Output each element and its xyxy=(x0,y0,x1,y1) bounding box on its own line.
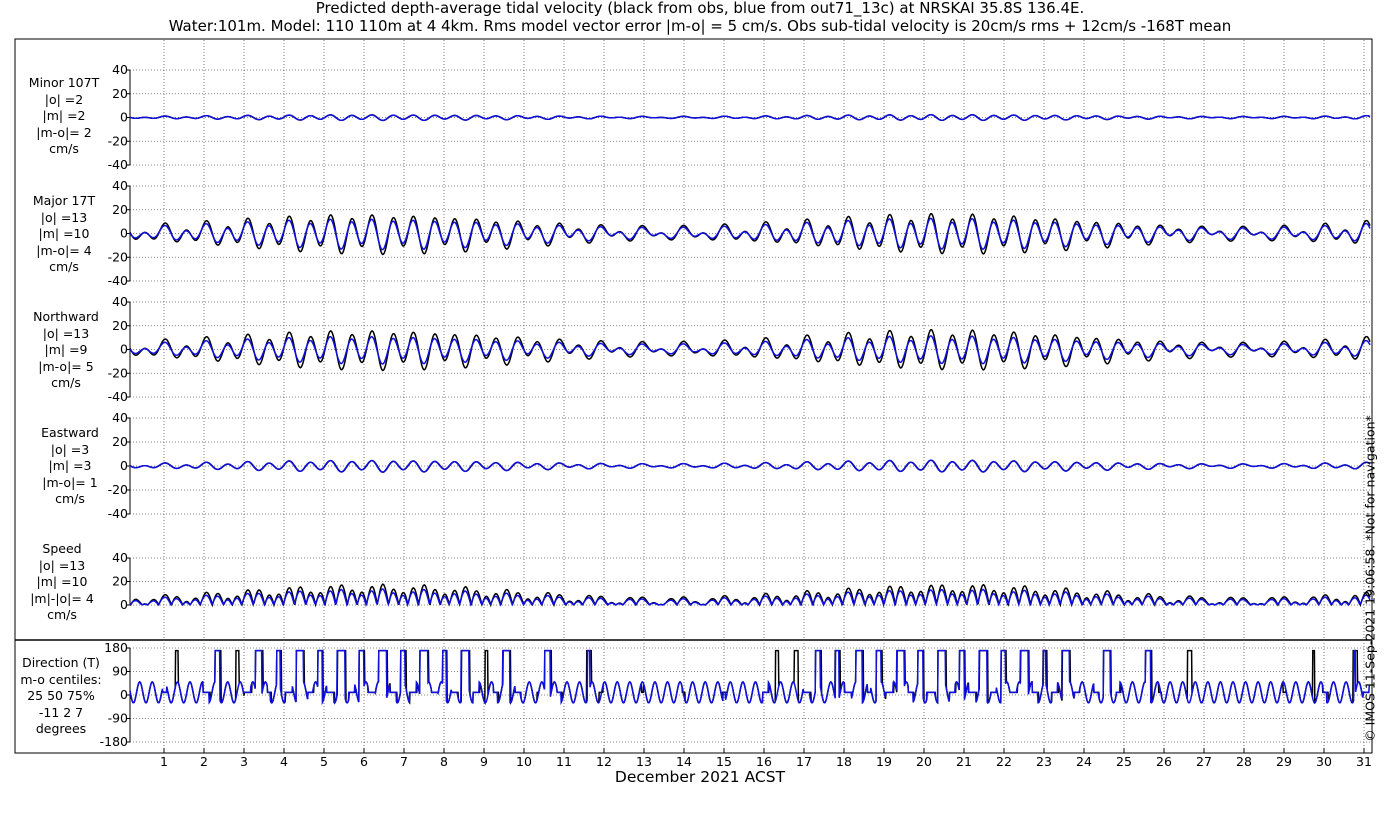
figure-frame xyxy=(14,38,1373,754)
y-tick-label: 40 xyxy=(112,178,128,193)
x-tick-label: 7 xyxy=(400,754,408,769)
panel-north: -40-2002040 xyxy=(108,294,1371,404)
y-tick-label: 40 xyxy=(112,410,128,425)
panel-label-line: Direction (T) xyxy=(22,655,100,670)
panel-label-line: cm/s xyxy=(55,491,85,506)
panel-label-line: |o| =13 xyxy=(38,557,86,573)
panel-label-line: |m-o|= 1 xyxy=(42,474,98,490)
panel-label-line: Eastward xyxy=(41,425,99,440)
panel-label-speed: Speed |o| =13 |m| =10 |m|-|o|= 4 cm/s xyxy=(2,541,122,624)
y-tick-label: -40 xyxy=(108,506,128,521)
panel-label-line: cm/s xyxy=(49,259,79,274)
x-tick-label: 26 xyxy=(1156,754,1172,769)
panel-east: -40-2002040 xyxy=(108,410,1371,521)
x-tick-label: 24 xyxy=(1076,754,1092,769)
panel-major: -40-2002040 xyxy=(108,178,1371,288)
x-tick-label: 5 xyxy=(320,754,328,769)
panel-speed: 02040 xyxy=(112,550,1371,612)
x-tick-label: 6 xyxy=(360,754,368,769)
panel-label-line: |m| =9 xyxy=(44,342,88,357)
panel-label-line: |m-o|= 5 xyxy=(38,358,94,374)
x-tick-label: 16 xyxy=(756,754,772,769)
panel-label-major: Major 17T |o| =13 |m| =10 |m-o|= 4 cm/s xyxy=(4,193,124,276)
x-tick-label: 10 xyxy=(516,754,532,769)
x-tick-label: 14 xyxy=(676,754,692,769)
panel-label-line: Minor 107T xyxy=(28,75,100,90)
panel-direction: -180-90090180 xyxy=(100,640,1371,749)
series-model-line xyxy=(129,588,1371,608)
panel-label-line: |m| =10 xyxy=(38,226,90,241)
panel-label-line: |m| =2 xyxy=(42,108,86,123)
panel-label-line: 25 50 75% xyxy=(27,688,95,703)
x-tick-label: 17 xyxy=(796,754,812,769)
panel-label-line: |m-o|= 4 xyxy=(36,242,92,258)
x-tick-label: 25 xyxy=(1116,754,1132,769)
x-tick-label: 9 xyxy=(480,754,488,769)
x-tick-label: 22 xyxy=(996,754,1012,769)
x-tick-label: 4 xyxy=(280,754,288,769)
x-tick-label: 28 xyxy=(1236,754,1252,769)
x-tick-label: 3 xyxy=(240,754,248,769)
panel-label-line: Northward xyxy=(33,309,99,324)
panel-label-line: |o| =13 xyxy=(40,209,88,225)
panel-label-line: |o| =13 xyxy=(42,325,90,341)
x-tick-label: 21 xyxy=(956,754,972,769)
x-tick-label: 19 xyxy=(876,754,892,769)
panel-label-dir: Direction (T) m-o centiles: 25 50 75% -11 2… xyxy=(1,655,121,738)
panel-label-line: cm/s xyxy=(51,375,81,390)
panel-label-line: |m| =3 xyxy=(48,458,92,473)
x-tick-label: 1 xyxy=(160,754,168,769)
panel-label-line: |m-o|= 2 xyxy=(36,124,92,140)
panel-label-line: Major 17T xyxy=(32,193,96,208)
credit-text: © IMOS 11-Sep-2021 19:06:58. *Not for na… xyxy=(1362,415,1378,742)
panel-label-minor: Minor 107T |o| =2 |m| =2 |m-o|= 2 cm/s xyxy=(4,75,124,158)
x-tick-label: 18 xyxy=(836,754,852,769)
x-tick-label: 2 xyxy=(200,754,208,769)
x-tick-label: 29 xyxy=(1276,754,1292,769)
x-tick-label: 11 xyxy=(556,754,572,769)
panel-label-line: |o| =2 xyxy=(44,91,84,107)
x-tick-label: 15 xyxy=(716,754,732,769)
panel-label-line: m-o centiles: xyxy=(20,671,102,687)
panel-label-east: Eastward |o| =3 |m| =3 |m-o|= 1 cm/s xyxy=(10,425,130,508)
panel-minor: -40-2002040 xyxy=(108,62,1371,172)
panel-label-north: Northward |o| =13 |m| =9 |m-o|= 5 cm/s xyxy=(6,309,126,392)
y-tick-label: 180 xyxy=(104,640,128,655)
x-tick-label: 8 xyxy=(440,754,448,769)
x-tick-label: 30 xyxy=(1316,754,1332,769)
panel-label-line: |m|-|o|= 4 xyxy=(30,590,94,606)
x-tick-label: 20 xyxy=(916,754,932,769)
panel-label-line: -11 2 7 xyxy=(38,704,84,720)
panel-label-line: |o| =3 xyxy=(50,441,90,457)
y-tick-label: -40 xyxy=(108,157,128,172)
panel-label-line: cm/s xyxy=(47,607,77,622)
x-tick-label: 27 xyxy=(1196,754,1212,769)
panel-label-line: Speed xyxy=(42,541,82,556)
y-tick-label: 40 xyxy=(112,294,128,309)
x-tick-label: 12 xyxy=(596,754,612,769)
figure: -40-2002040-40-2002040-40-2002040-40-200… xyxy=(14,38,1373,769)
panel-label-line: cm/s xyxy=(49,141,79,156)
panel-label-line: degrees xyxy=(35,721,87,736)
x-tick-label: 23 xyxy=(1036,754,1052,769)
x-tick-label: 13 xyxy=(636,754,652,769)
panel-label-line: |m| =10 xyxy=(36,574,88,589)
y-tick-label: 0 xyxy=(120,687,128,702)
series-model-line xyxy=(129,113,1371,122)
x-axis-label: December 2021 ACST xyxy=(614,768,786,786)
